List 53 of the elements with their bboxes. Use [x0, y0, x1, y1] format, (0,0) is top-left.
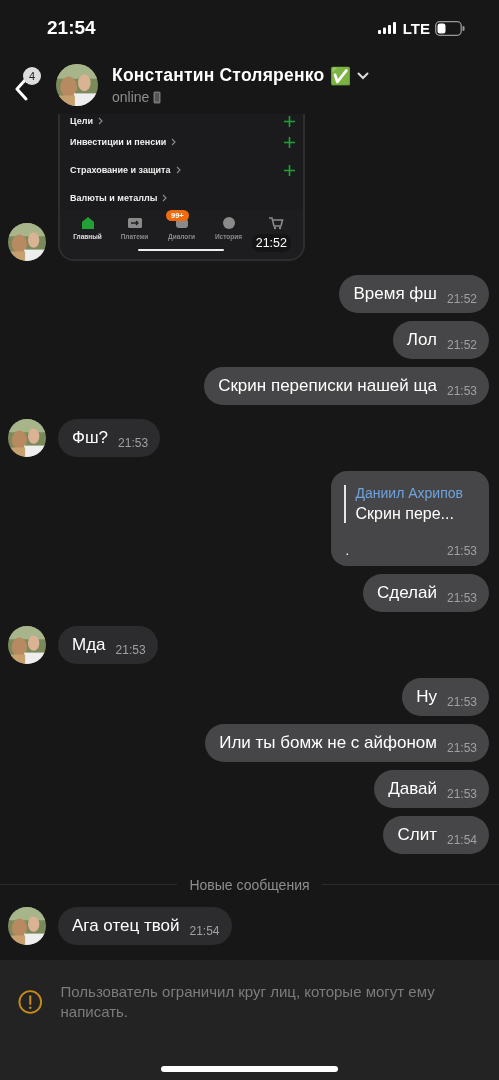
- cart-icon: [267, 216, 284, 230]
- message-time: 21:53: [115, 643, 146, 657]
- message-text: Фш?: [72, 428, 109, 448]
- chevron-right-icon: [171, 138, 177, 146]
- status-time: 21:54: [47, 17, 96, 39]
- message-time: 21:52: [446, 338, 477, 352]
- online-status: online: [112, 89, 150, 105]
- network-label: LTE: [402, 19, 430, 37]
- plus-icon: [284, 136, 295, 148]
- check-mark-emoji: ✅: [330, 65, 352, 86]
- message-time: 21:54: [446, 833, 477, 847]
- arrow-card-icon: [126, 216, 143, 230]
- phone-icon: [153, 90, 162, 104]
- menu-item: Инвестиции и пенсии: [70, 137, 167, 147]
- message-time: 21:53: [446, 544, 477, 558]
- message-time: 21:52: [251, 234, 291, 252]
- plus-icon: [284, 115, 295, 127]
- contact-name: Константин Столяренко: [112, 65, 325, 86]
- message-text: Скрин переписки нашей ща: [218, 376, 437, 396]
- message-text: Ну: [416, 687, 437, 707]
- chevron-right-icon: [162, 194, 168, 202]
- battery-icon: [435, 20, 465, 36]
- home-icon: [79, 216, 96, 230]
- message-time: 21:53: [446, 741, 477, 755]
- message-text: Сделай: [377, 583, 437, 603]
- message-text: Время фш: [353, 284, 437, 304]
- message-time: 21:53: [446, 591, 477, 605]
- chevron-down-icon[interactable]: [357, 71, 370, 80]
- message-time: 21:52: [446, 292, 477, 306]
- plus-icon: [284, 164, 295, 176]
- notice-text: Пользователь ограничил круг лиц, которые могут ему написать.: [60, 982, 436, 1022]
- message-time: 21:54: [189, 924, 220, 938]
- message-text: Слит: [397, 825, 437, 845]
- chevron-right-icon: [175, 166, 181, 174]
- message-text: Лол: [406, 330, 437, 350]
- message-time: 21:53: [446, 695, 477, 709]
- menu-item: Валюты и металлы: [70, 193, 158, 203]
- message-text: Мда: [72, 635, 106, 655]
- message-time: 21:53: [118, 436, 149, 450]
- back-icon: [14, 77, 28, 101]
- message-text: .: [345, 543, 350, 558]
- message-time: 21:53: [446, 384, 477, 398]
- chevron-right-icon: [97, 117, 103, 125]
- message-text: Ага отец твой: [72, 916, 180, 936]
- warning-icon: [18, 989, 43, 1015]
- message-text: Или ты бомж не с айфоном: [219, 733, 437, 753]
- message-time: 21:53: [446, 787, 477, 801]
- back-button[interactable]: 4: [12, 67, 42, 103]
- menu-item: Цели: [70, 116, 93, 126]
- message-text: Давай: [388, 779, 437, 799]
- quoted-message[interactable]: Даниил Ахрипов Скрин пере...: [343, 485, 463, 523]
- menu-item: Страхование и защита: [70, 165, 171, 175]
- signal-icon: [377, 22, 398, 34]
